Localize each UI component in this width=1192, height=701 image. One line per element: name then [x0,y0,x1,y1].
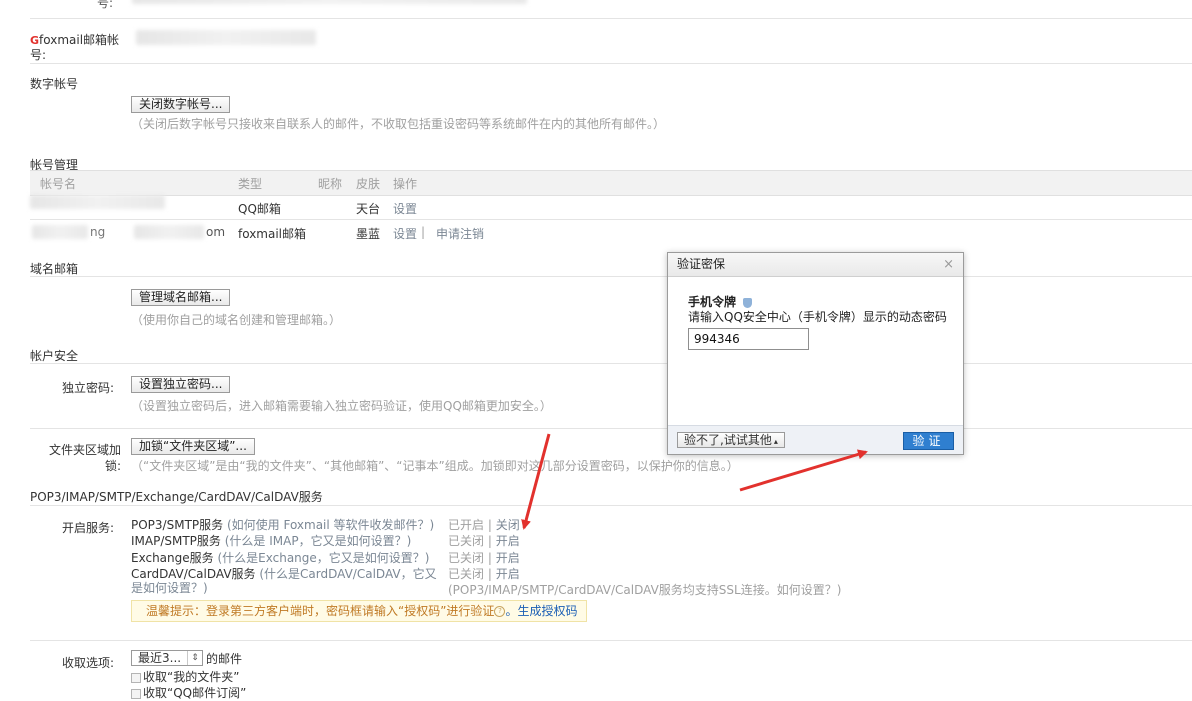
action-separator: | [421,225,426,239]
section-title-account-security: 帐户安全 [30,349,79,363]
redacted-text [132,0,527,4]
manage-domain-mail-button[interactable]: 管理域名邮箱... [131,289,231,306]
row-2-settings-link[interactable]: 设置 [393,225,417,242]
table-row-2-type: foxmail邮箱 [238,227,307,241]
row-2-name-fragment: om [206,225,226,239]
divider [30,63,1192,64]
status-text: 已开启 [448,518,485,532]
table-row-2-skin: 墨蓝 [356,227,381,241]
dialog-footer: 验不了,试试其他 ▴ 验证 [668,425,963,454]
divider [30,363,1192,364]
redacted-account-name [30,195,165,209]
receive-range-select[interactable]: 最近3... ⇕ [131,650,203,666]
table-row-1-skin: 天台 [356,202,381,216]
ssl-note: (POP3/IMAP/SMTP/CardDAV/CalDAV服务均支持SSL连接… [448,583,842,597]
lock-folder-area-button[interactable]: 加锁“文件夹区域”... [131,438,255,455]
service-status-exchange: 已关闭 | 开启 [448,551,520,565]
section-title-digital-account: 数字帐号 [30,77,79,91]
service-help-link[interactable]: (什么是CardDAV/CalDAV，它又 [259,567,436,581]
checkbox[interactable] [131,672,141,683]
row-1-settings-link[interactable]: 设置 [393,200,417,217]
arrow-to-verify [739,449,868,492]
digital-account-note: （关闭后数字帐号只接收来自联系人的邮件，不收取包括重设密码等系统邮件在内的其他所… [131,117,666,131]
service-row-imap: IMAP/SMTP服务 (什么是 IMAP，它又是如何设置？) [131,532,411,549]
row-2-name-fragment: ng [90,225,106,239]
foxmail-account-label: Gfoxmail邮箱帐号: [30,33,120,62]
close-digital-account-button[interactable]: 关闭数字帐号... [131,96,231,113]
verify-security-dialog: 验证密保 × 手机令牌 请输入QQ安全中心（手机令牌）显示的动态密码 验不了,试… [667,252,964,455]
tip-box: 温馨提示：登录第三方客户端时，密码框请输入“授权码”进行验证? 。生成授权码 [131,600,587,622]
option-qq-subscription[interactable]: 收取“QQ邮件订阅” [131,684,246,701]
account-label-fragment: 号: [97,0,114,10]
section-title-pop3-services: POP3/IMAP/SMTP/Exchange/CardDAV/CalDAV服务 [30,490,323,504]
domain-mail-note: （使用你自己的域名创建和管理邮箱。） [131,313,342,327]
foxmail-logo-icon: G [30,34,40,47]
account-table-header [30,170,1192,196]
token-code-input[interactable] [688,328,809,350]
service-status-pop3: 已开启 | 关闭 [448,518,520,532]
service-help-link-cont[interactable]: 是如何设置？) [131,579,208,596]
folder-lock-label: 文件夹区域加 锁: [49,443,122,473]
enable-exchange-link[interactable]: 开启 [496,551,520,565]
option-my-folders[interactable]: 收取“我的文件夹” [131,668,239,685]
status-text: 已关闭 [448,534,485,548]
column-header-nickname: 昵称 [318,177,343,191]
independent-password-note: （设置独立密码后，进入邮箱需要输入独立密码验证，使用QQ邮箱更加安全。） [131,399,552,413]
service-help-link[interactable]: (如何使用 Foxmail 等软件收发邮件？) [227,518,434,532]
tip-text: 温馨提示：登录第三方客户端时，密码框请输入“授权码”进行验证 [146,604,495,618]
service-help-link[interactable]: (什么是 IMAP，它又是如何设置？) [225,534,412,548]
verify-button[interactable]: 验证 [903,432,954,450]
column-header-account-name: 帐号名 [40,177,77,191]
independent-password-label: 独立密码: [62,381,115,395]
column-header-actions: 操作 [393,177,418,191]
enable-imap-link[interactable]: 开启 [496,534,520,548]
column-header-skin: 皮肤 [356,177,381,191]
folder-lock-note: （“文件夹区域”是由“我的文件夹”、“其他邮箱”、“记事本”组成。加锁即对这几部… [131,459,739,473]
redacted-account-name [32,225,88,239]
service-name: Exchange服务 [131,551,214,565]
status-text: 已关闭 [448,551,485,565]
divider [30,18,1192,19]
redacted-text [136,30,316,45]
service-help-link[interactable]: (什么是Exchange，它又是如何设置？) [217,551,429,565]
receive-suffix: 的邮件 [206,652,243,666]
redacted-account-name [134,225,204,239]
enable-services-label: 开启服务: [62,521,115,535]
column-header-type: 类型 [238,177,263,191]
service-row-pop3: POP3/SMTP服务 (如何使用 Foxmail 等软件收发邮件？) [131,516,434,533]
service-name: POP3/SMTP服务 [131,518,224,532]
enable-carddav-link[interactable]: 开启 [496,567,520,581]
service-status-imap: 已关闭 | 开启 [448,534,520,548]
divider [30,505,1192,506]
close-pop3-link[interactable]: 关闭 [496,518,520,532]
receive-options-label: 收取选项: [62,656,115,670]
table-row-1-type: QQ邮箱 [238,202,281,216]
token-instruction: 请输入QQ安全中心（手机令牌）显示的动态密码 [688,310,947,324]
service-name: IMAP/SMTP服务 [131,534,221,548]
divider [30,276,1192,277]
dialog-title: 验证密保 [668,253,963,277]
divider [30,219,1192,220]
set-independent-password-button[interactable]: 设置独立密码... [131,376,231,393]
close-icon[interactable]: × [943,253,954,276]
help-circle-icon[interactable]: ? [494,606,506,617]
divider [30,640,1192,641]
section-title-domain-mail: 域名邮箱 [30,262,79,276]
service-status-carddav: 已关闭 | 开启 [448,567,520,581]
arrow-to-pop3 [521,433,551,530]
generate-auth-code-link[interactable]: 。生成授权码 [505,604,577,618]
status-text: 已关闭 [448,567,485,581]
chevron-updown-icon: ⇕ [187,651,202,665]
caret-up-icon: ▴ [773,437,778,446]
shield-icon [743,297,753,308]
row-2-cancel-account-link[interactable]: 申请注销 [436,225,484,242]
try-other-method-button[interactable]: 验不了,试试其他 ▴ [677,432,785,448]
service-row-exchange: Exchange服务 (什么是Exchange，它又是如何设置？) [131,549,429,566]
divider [30,428,1192,429]
